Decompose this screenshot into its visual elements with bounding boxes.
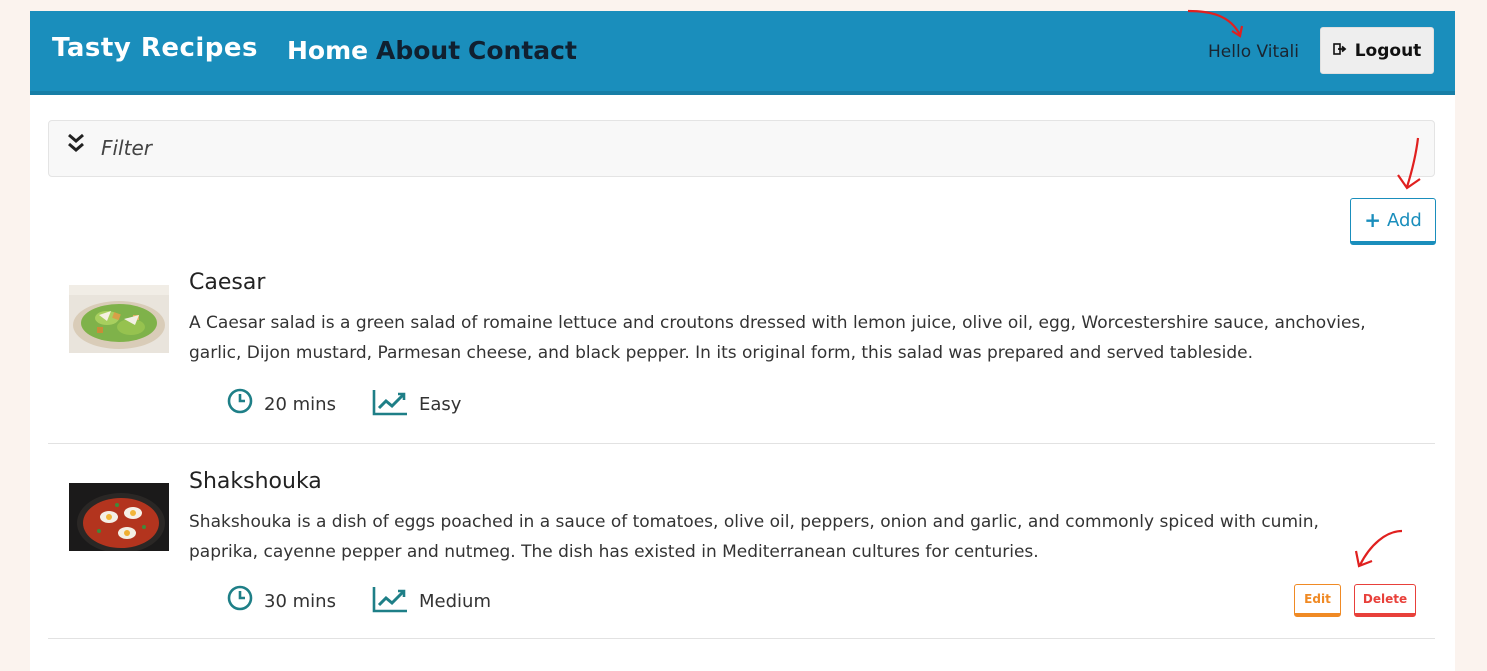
filter-label: Filter xyxy=(101,136,152,160)
recipe-title[interactable]: Caesar xyxy=(189,270,265,295)
logout-label: Logout xyxy=(1354,40,1422,61)
recipe-thumbnail[interactable] xyxy=(69,285,169,353)
add-label: Add xyxy=(1386,209,1422,231)
logout-button[interactable]: Logout xyxy=(1320,27,1434,74)
clock-icon xyxy=(227,585,253,615)
line-chart-icon xyxy=(372,388,408,420)
recipe-time: 30 mins xyxy=(264,591,336,612)
edit-button[interactable]: Edit xyxy=(1294,584,1341,617)
recipe-time: 20 mins xyxy=(264,394,336,415)
line-chart-icon xyxy=(372,585,408,617)
clock-icon xyxy=(227,388,253,418)
sign-out-icon xyxy=(1332,42,1347,60)
nav-about[interactable]: About xyxy=(376,36,460,65)
user-greeting: Hello Vitali xyxy=(1208,42,1300,62)
recipe-title[interactable]: Shakshouka xyxy=(189,469,322,494)
nav-home[interactable]: Home xyxy=(287,36,368,65)
recipe-description: Shakshouka is a dish of eggs poached in … xyxy=(189,512,1319,562)
delete-button[interactable]: Delete xyxy=(1354,584,1416,617)
brand-logo[interactable]: Tasty Recipes xyxy=(52,33,258,63)
recipe-item: Caesar A Caesar salad is a green salad o… xyxy=(48,256,1435,444)
plus-icon: + xyxy=(1364,208,1381,232)
filter-toggle[interactable]: Filter xyxy=(48,120,1435,177)
recipe-difficulty: Easy xyxy=(419,394,462,415)
recipe-difficulty: Medium xyxy=(419,591,491,612)
page-container: Tasty Recipes Home About Contact Hello V… xyxy=(30,11,1455,671)
navbar: Tasty Recipes Home About Contact Hello V… xyxy=(30,11,1455,95)
nav-contact[interactable]: Contact xyxy=(468,36,577,65)
recipe-description: A Caesar salad is a green salad of romai… xyxy=(189,313,1366,363)
recipe-item: Shakshouka Shakshouka is a dish of eggs … xyxy=(48,455,1435,639)
recipe-thumbnail[interactable] xyxy=(69,483,169,551)
double-chevron-down-icon xyxy=(67,133,85,160)
add-recipe-button[interactable]: + Add xyxy=(1350,198,1436,245)
